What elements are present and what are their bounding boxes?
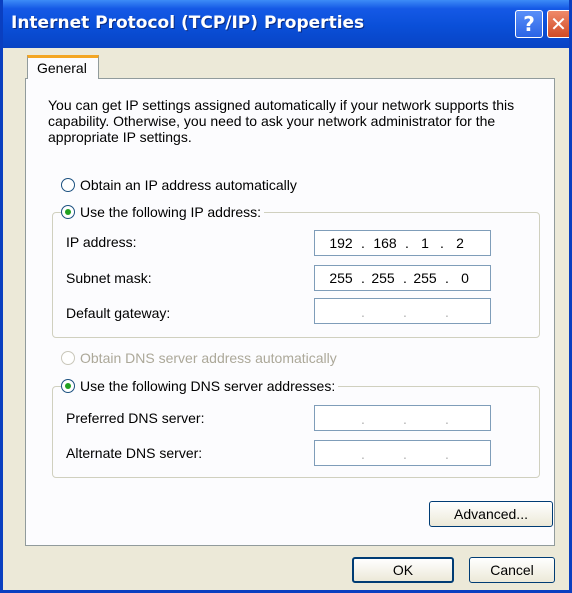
subnet-octet-2: 255	[371, 270, 395, 286]
alternate-dns-label: Alternate DNS server:	[66, 445, 203, 461]
alternate-dns-dot: .	[361, 446, 365, 462]
cancel-button[interactable]: Cancel	[469, 557, 555, 583]
ip-octet-1: 192	[329, 235, 353, 251]
alternate-dns-field[interactable]: . . .	[314, 440, 491, 466]
obtain-dns-auto-radio[interactable]	[61, 351, 75, 365]
tab-general[interactable]: General	[27, 55, 99, 79]
preferred-dns-dot: .	[403, 411, 407, 427]
ip-octet-2: 168	[373, 235, 397, 251]
alternate-dns-dot: .	[403, 446, 407, 462]
description-text: You can get IP settings assigned automat…	[48, 97, 515, 145]
use-following-ip-option[interactable]: Use the following IP address:	[61, 204, 265, 220]
use-following-ip-label: Use the following IP address:	[80, 204, 262, 220]
title-bar[interactable]: Internet Protocol (TCP/IP) Properties ? …	[3, 0, 569, 48]
ip-octet-3: 1	[421, 235, 429, 251]
window-title: Internet Protocol (TCP/IP) Properties	[11, 13, 365, 33]
general-panel: You can get IP settings assigned automat…	[25, 78, 555, 546]
subnet-octet-1: 255	[329, 270, 353, 286]
obtain-dns-auto-label: Obtain DNS server address automatically	[80, 350, 337, 366]
obtain-ip-auto-radio[interactable]	[61, 178, 75, 192]
subnet-octet-3: 255	[413, 270, 437, 286]
gateway-dot: .	[445, 304, 449, 320]
alternate-dns-dot: .	[445, 446, 449, 462]
gateway-dot: .	[361, 304, 365, 320]
use-following-ip-radio[interactable]	[61, 205, 75, 219]
preferred-dns-dot: .	[445, 411, 449, 427]
ip-dot: .	[361, 235, 365, 251]
subnet-mask-field[interactable]: 255 . 255 . 255 . 0	[314, 265, 491, 291]
subnet-mask-label: Subnet mask:	[66, 270, 152, 286]
ip-octet-4: 2	[456, 235, 464, 251]
gateway-dot: .	[403, 304, 407, 320]
properties-dialog: Internet Protocol (TCP/IP) Properties ? …	[0, 0, 572, 593]
obtain-dns-auto-option[interactable]: Obtain DNS server address automatically	[61, 350, 337, 366]
obtain-ip-auto-label: Obtain an IP address automatically	[80, 177, 297, 193]
preferred-dns-field[interactable]: . . .	[314, 405, 491, 431]
preferred-dns-dot: .	[361, 411, 365, 427]
ip-address-field[interactable]: 192 . 168 . 1 . 2	[314, 230, 491, 256]
advanced-button[interactable]: Advanced...	[429, 501, 553, 527]
ip-address-label: IP address:	[66, 234, 137, 250]
default-gateway-label: Default gateway:	[66, 305, 171, 321]
use-following-dns-label: Use the following DNS server addresses:	[80, 378, 336, 394]
preferred-dns-label: Preferred DNS server:	[66, 410, 205, 426]
subnet-octet-4: 0	[461, 270, 469, 286]
help-icon[interactable]: ?	[515, 10, 543, 38]
close-icon[interactable]: ✕	[547, 10, 569, 38]
use-following-dns-radio[interactable]	[61, 379, 75, 393]
ok-button[interactable]: OK	[352, 557, 454, 583]
obtain-ip-auto-option[interactable]: Obtain an IP address automatically	[61, 177, 297, 193]
use-following-dns-option[interactable]: Use the following DNS server addresses:	[61, 378, 339, 394]
default-gateway-field[interactable]: . . .	[314, 298, 491, 324]
